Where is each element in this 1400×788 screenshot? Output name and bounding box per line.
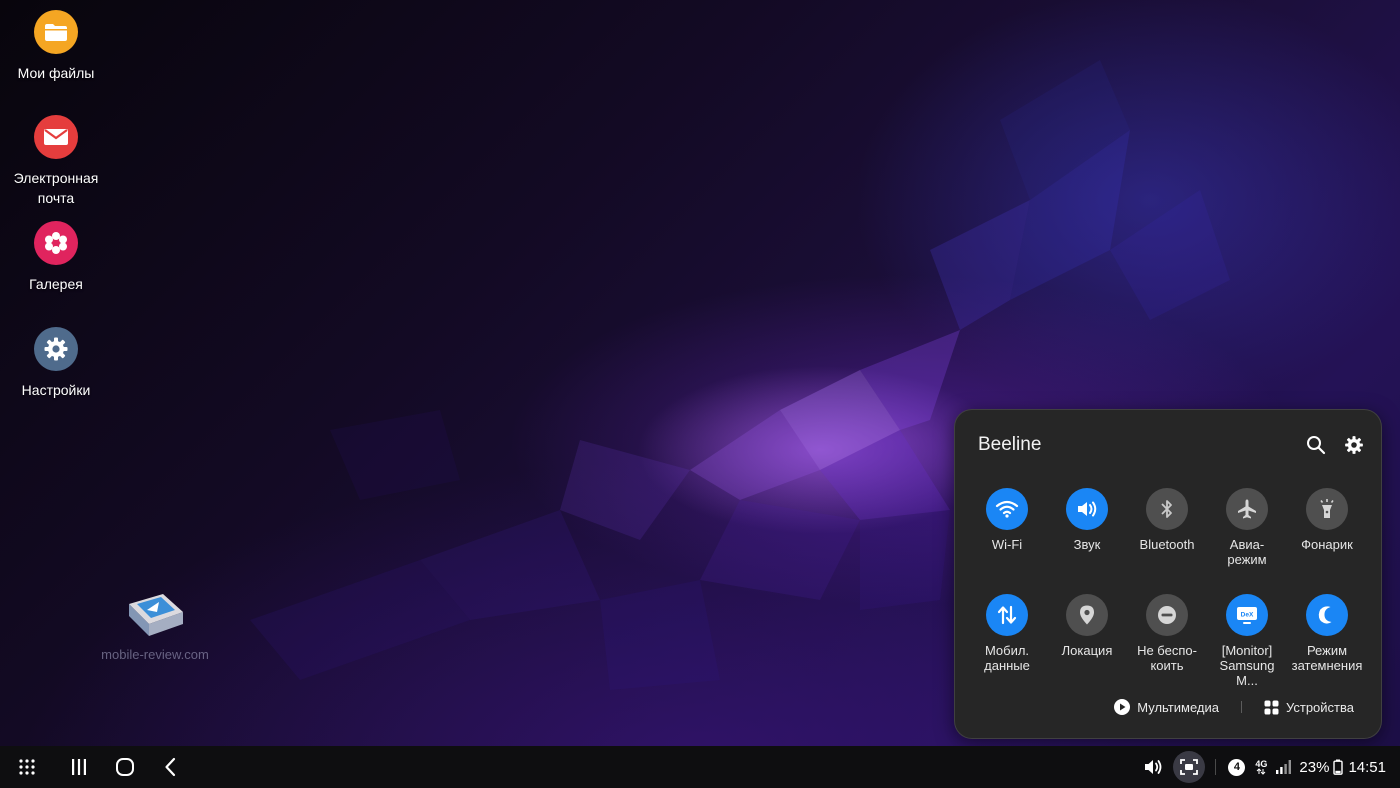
airplane-icon <box>1226 488 1268 530</box>
quick-settings-panel: Beeline Wi-Fi Звук Bluetooth Авиа- режим… <box>954 409 1382 739</box>
mail-icon <box>34 115 78 159</box>
settings-gear-icon[interactable] <box>1343 434 1365 456</box>
tile-label: Режим затемнения <box>1291 643 1363 673</box>
bluetooth-icon <box>1146 488 1188 530</box>
tile-label: Звук <box>1073 537 1101 552</box>
search-icon[interactable] <box>1305 434 1327 456</box>
notification-count-badge[interactable]: 4 <box>1228 758 1246 776</box>
tile-label: Мобил. данные <box>984 643 1030 673</box>
desktop-icon-label: Мои файлы <box>17 65 95 81</box>
volume-icon[interactable] <box>1139 746 1167 788</box>
devices-button[interactable]: Устройства <box>1264 700 1354 715</box>
network-type-indicator: 4G <box>1255 758 1268 775</box>
desktop-icon-email[interactable]: Электронная почта <box>1 115 111 208</box>
data-arrows-icon <box>1257 767 1266 775</box>
night-mode-icon <box>1306 594 1348 636</box>
taskbar: 4 4G 23% 14:51 <box>0 746 1400 788</box>
do-not-disturb-icon <box>1146 594 1188 636</box>
tile-label: [Monitor] Samsung M... <box>1219 643 1275 688</box>
tile-label: Wi-Fi <box>991 537 1023 552</box>
tile-bluetooth[interactable]: Bluetooth <box>1127 488 1207 552</box>
signal-strength-icon <box>1275 759 1293 775</box>
watermark-text: mobile-review.com <box>101 647 209 662</box>
network-type-label: 4G <box>1255 758 1268 769</box>
desktop-icon-gallery[interactable]: Галерея <box>1 221 111 294</box>
play-icon <box>1114 699 1131 715</box>
devices-label: Устройства <box>1285 699 1354 715</box>
battery-icon <box>1333 759 1344 775</box>
tile-label: Фонарик <box>1301 537 1353 552</box>
gear-icon <box>34 327 78 371</box>
tile-label: Не беспо- коить <box>1137 643 1197 673</box>
carrier-name: Beeline <box>978 434 1042 455</box>
back-icon[interactable] <box>146 746 196 788</box>
desktop-icon-label: Галерея <box>29 276 83 292</box>
footer-divider <box>1240 701 1242 713</box>
media-output-button[interactable]: Мультимедиа <box>1114 699 1219 715</box>
desktop-icon-label: Настройки <box>21 382 91 398</box>
desktop-icon-my-files[interactable]: Мои файлы <box>1 10 111 83</box>
recents-icon[interactable] <box>54 746 104 788</box>
tile-flashlight[interactable]: Фонарик <box>1287 488 1367 552</box>
apps-grid-icon[interactable] <box>0 746 54 788</box>
tile-wifi[interactable]: Wi-Fi <box>967 488 1047 552</box>
tile-label: Локация <box>1061 643 1113 658</box>
tile-location[interactable]: Локация <box>1047 594 1127 658</box>
tile-dex-monitor[interactable]: DeX [Monitor] Samsung M... <box>1207 594 1287 688</box>
devices-grid-icon <box>1264 700 1279 715</box>
tile-sound[interactable]: Звук <box>1047 488 1127 552</box>
home-icon[interactable] <box>104 746 146 788</box>
flower-icon <box>34 221 78 265</box>
mobile-data-icon <box>986 594 1028 636</box>
tile-label: Bluetooth <box>1139 537 1195 552</box>
screen-capture-icon[interactable] <box>1173 751 1206 783</box>
tile-mobile-data[interactable]: Мобил. данные <box>967 594 1047 673</box>
watermark: mobile-review.com <box>100 590 210 662</box>
desktop-icon-label: Электронная почта <box>13 170 99 206</box>
media-label: Мультимедиа <box>1137 699 1219 715</box>
tile-night-mode[interactable]: Режим затемнения <box>1287 594 1367 673</box>
tile-airplane-mode[interactable]: Авиа- режим <box>1207 488 1287 567</box>
flashlight-icon <box>1306 488 1348 530</box>
tile-do-not-disturb[interactable]: Не беспо- коить <box>1127 594 1207 673</box>
clock[interactable]: 14:51 <box>1348 759 1386 776</box>
folder-icon <box>34 10 78 54</box>
watermark-logo <box>129 594 183 636</box>
svg-text:DeX: DeX <box>1241 612 1254 619</box>
battery-percent: 23% <box>1299 758 1330 776</box>
tile-label: Авиа- режим <box>1227 537 1267 567</box>
sound-icon <box>1066 488 1108 530</box>
tray-divider <box>1215 759 1217 775</box>
dex-monitor-icon: DeX <box>1226 594 1268 636</box>
location-icon <box>1066 594 1108 636</box>
desktop-icon-settings[interactable]: Настройки <box>1 327 111 400</box>
wifi-icon <box>986 488 1028 530</box>
